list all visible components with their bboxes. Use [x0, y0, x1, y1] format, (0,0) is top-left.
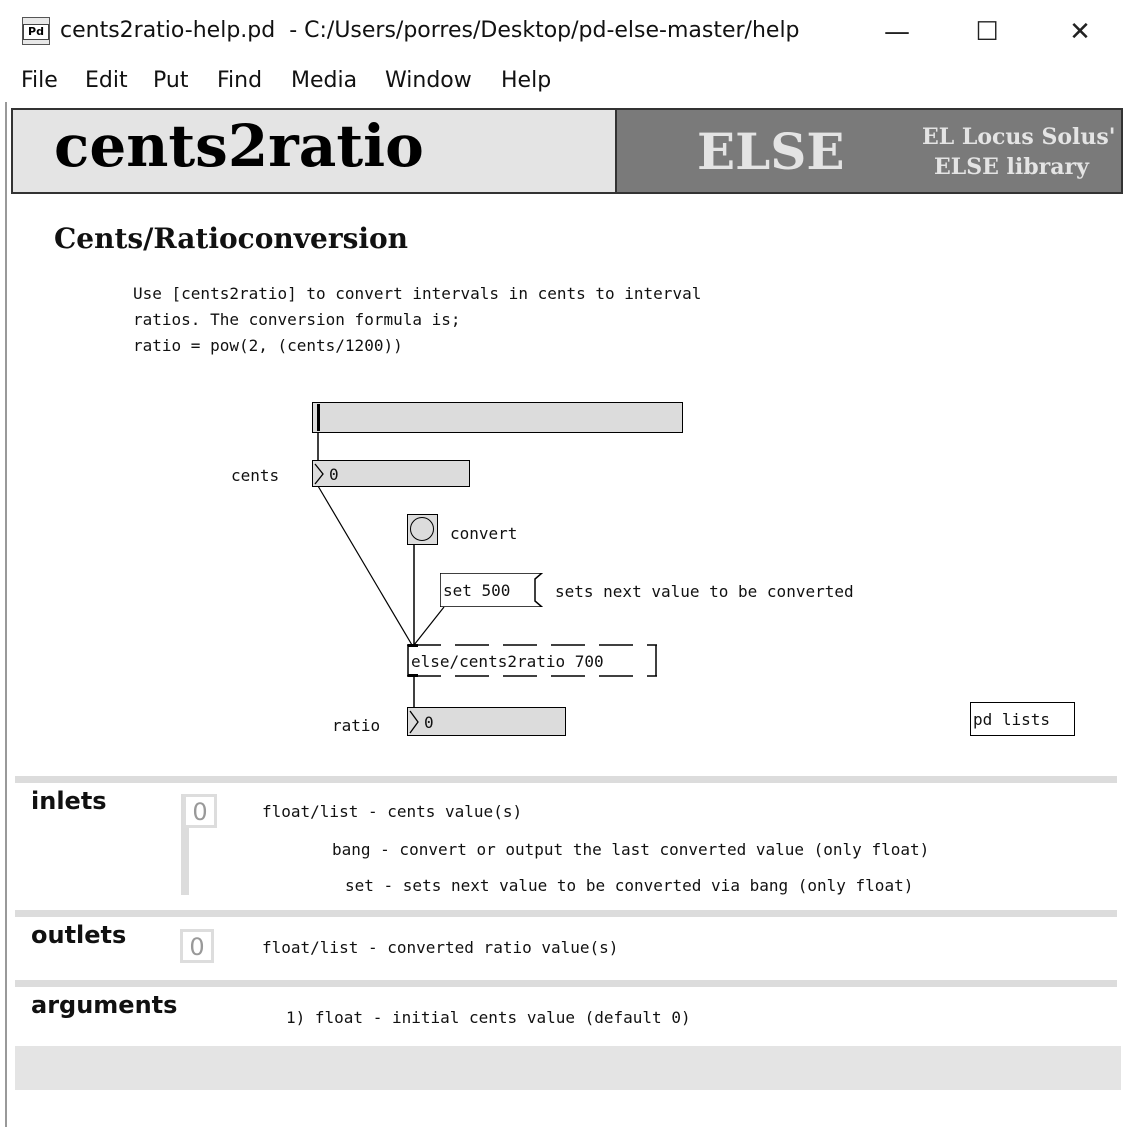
patch-cords — [317, 432, 445, 708]
outlet-description: float/list - converted ratio value(s) — [262, 938, 619, 957]
convert-bang[interactable] — [407, 514, 438, 545]
ratio-value: 0 — [424, 713, 434, 732]
inlet-description: bang - convert or output the last conver… — [332, 840, 930, 859]
set-message-box[interactable]: set 500 — [440, 573, 543, 607]
section-divider — [15, 776, 1117, 783]
cents-number-box[interactable]: 0 — [312, 460, 470, 487]
outlets-title: outlets — [31, 921, 127, 949]
slider-handle[interactable] — [317, 404, 320, 431]
inlet-0-icon: 0 — [183, 794, 217, 828]
cents-slider[interactable] — [312, 402, 683, 433]
bang-circle-icon — [410, 517, 434, 541]
section-divider — [15, 910, 1117, 917]
set-comment: sets next value to be converted — [555, 582, 854, 601]
footer-bar — [15, 1046, 1121, 1090]
cents-label: cents — [231, 466, 280, 485]
argument-description: 1) float - initial cents value (default … — [286, 1008, 691, 1027]
arguments-title: arguments — [31, 991, 178, 1019]
ratio-number-box[interactable]: 0 — [407, 707, 566, 736]
inlet-description: float/list - cents value(s) — [262, 802, 523, 821]
outlet-0-icon: 0 — [180, 929, 214, 963]
inlets-title: inlets — [31, 787, 107, 815]
ratio-label: ratio — [332, 716, 381, 735]
inlet-description: set - sets next value to be converted vi… — [345, 876, 914, 895]
cents-value: 0 — [329, 465, 339, 484]
convert-label: convert — [450, 524, 518, 543]
pd-lists-subpatch[interactable]: pd lists — [970, 702, 1075, 736]
section-divider — [15, 980, 1117, 987]
cents2ratio-object[interactable]: else/cents2ratio 700 — [407, 644, 657, 677]
